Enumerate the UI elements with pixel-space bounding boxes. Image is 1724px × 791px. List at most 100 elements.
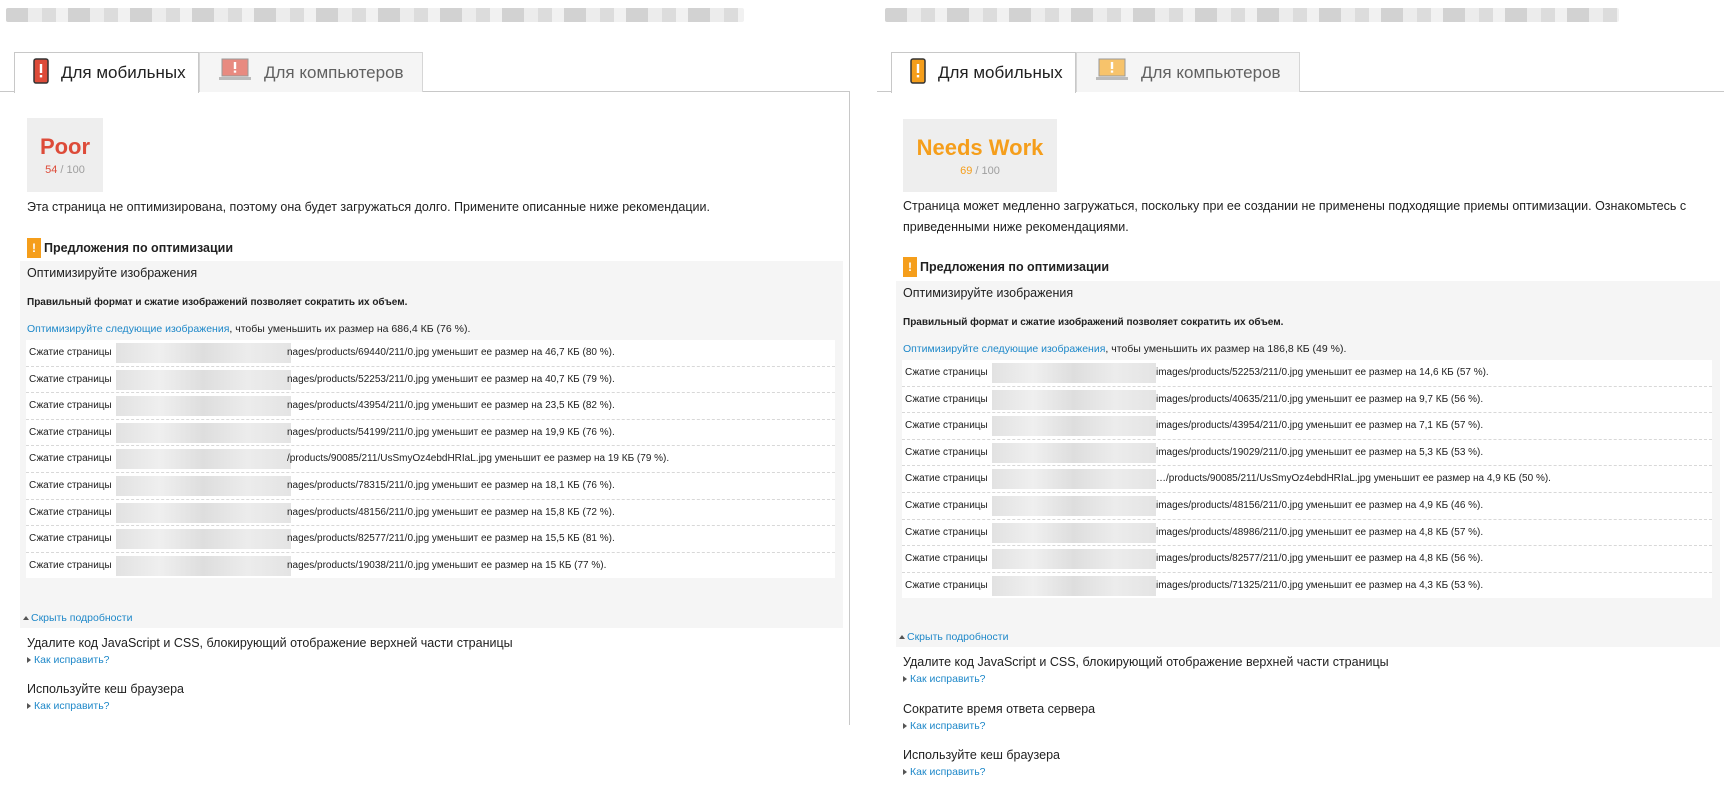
rule-browser-cache: Используйте кеш браузера Как исправить? — [903, 748, 1060, 778]
table-row: Сжатие страницы images/products/43954/211… — [902, 413, 1712, 440]
blurred-url — [116, 369, 291, 390]
how-to-fix-link[interactable]: Как исправить? — [27, 700, 184, 712]
blurred-url — [116, 343, 291, 363]
hide-details-link[interactable]: Скрыть подробности — [899, 631, 1008, 643]
blurred-url — [116, 502, 291, 523]
rule-summary-line: Оптимизируйте следующие изображения, что… — [27, 323, 471, 335]
optimize-images-link[interactable]: Оптимизируйте следующие изображения — [903, 343, 1105, 355]
report-content: Needs Work 69 / 100 Страница может медле… — [877, 92, 1724, 791]
hide-details-link[interactable]: Скрыть подробности — [23, 612, 132, 624]
image-list: Сжатие страницы nages/products/69440/211/… — [26, 340, 835, 578]
blurred-url — [992, 442, 1156, 463]
summary-text: Страница может медленно загружаться, пос… — [903, 199, 1687, 234]
tab-desktop-label: Для компьютеров — [264, 62, 404, 82]
table-row: Сжатие страницы images/products/40635/211… — [902, 387, 1712, 414]
tab-desktop-label: Для компьютеров — [1141, 62, 1281, 82]
blurred-url — [116, 529, 291, 550]
rule-title: Удалите код JavaScript и CSS, блокирующи… — [903, 655, 1389, 669]
collapse-triangle-icon — [899, 635, 905, 640]
blurred-url — [992, 416, 1156, 437]
table-row: Сжатие страницы nages/products/69440/211/… — [26, 340, 835, 367]
score-value: 54 / 100 — [45, 164, 85, 176]
rule-render-blocking: Удалите код JavaScript и CSS, блокирующи… — [27, 636, 513, 666]
blurred-url-bar — [6, 8, 744, 22]
table-row: Сжатие страницы images/products/19029/211… — [902, 440, 1712, 467]
score-box: Poor 54 / 100 — [27, 118, 103, 192]
expand-triangle-icon — [903, 769, 907, 775]
table-row: Сжатие страницы nages/products/48156/211/… — [26, 500, 835, 527]
expand-triangle-icon — [903, 676, 907, 682]
optimization-heading: ! Предложения по оптимизации — [27, 238, 233, 258]
desktop-monitor-icon — [1095, 58, 1129, 87]
mobile-phone-icon — [33, 57, 49, 89]
table-row: Сжатие страницы/products/90085/211/UsSmy… — [26, 446, 835, 473]
rule-title: Используйте кеш браузера — [27, 682, 185, 696]
optimization-heading: ! Предложения по оптимизации — [903, 257, 1109, 277]
blurred-url — [116, 422, 291, 443]
table-row: Сжатие страницы images/products/82577/211… — [902, 546, 1712, 573]
rule-render-blocking: Удалите код JavaScript и CSS, блокирующи… — [903, 655, 1389, 685]
rule-optimize-images: Оптимизируйте изображения Правильный фор… — [896, 281, 1720, 647]
table-row: Сжатие страницы nages/products/52253/211/… — [26, 367, 835, 394]
blurred-url — [992, 469, 1156, 490]
optimize-images-link[interactable]: Оптимизируйте следующие изображения — [27, 323, 229, 335]
collapse-triangle-icon — [23, 616, 29, 621]
table-row: Сжатие страницы nages/products/54199/211/… — [26, 420, 835, 447]
table-row: Сжатие страницы nages/products/78315/211/… — [26, 473, 835, 500]
blurred-url-bar — [885, 8, 1619, 22]
report-content: Poor 54 / 100 Эта страница не оптимизиро… — [0, 92, 850, 725]
blurred-url — [116, 449, 291, 470]
tab-desktop[interactable]: Для компьютеров — [199, 52, 423, 92]
table-row: Сжатие страницы nages/products/82577/211/… — [26, 526, 835, 553]
warning-icon: ! — [27, 238, 41, 258]
rule-title: Сократите время ответа сервера — [903, 702, 1096, 716]
blurred-url — [992, 363, 1156, 383]
table-row: Сжатие страницы …/products/90085/211/UsSm… — [902, 466, 1712, 493]
score-value: 69 / 100 — [960, 164, 1000, 177]
rule-title: Оптимизируйте изображения — [27, 266, 198, 280]
how-to-fix-link[interactable]: Как исправить? — [903, 720, 1095, 732]
rule-server-response: Сократите время ответа сервера Как испра… — [903, 702, 1095, 732]
rule-browser-cache: Используйте кеш браузера Как исправить? — [27, 682, 184, 712]
desktop-monitor-icon — [218, 58, 252, 87]
score-label: Poor — [39, 134, 91, 159]
how-to-fix-link[interactable]: Как исправить? — [903, 673, 1389, 685]
table-row: Сжатие страницы images/products/48986/211… — [902, 520, 1712, 547]
report-panel-right: Для мобильных Для компьютеров Needs Work… — [877, 0, 1724, 791]
rule-summary-line: Оптимизируйте следующие изображения, что… — [903, 343, 1347, 355]
device-tabbar: Для мобильных Для компьютеров — [0, 52, 850, 93]
expand-triangle-icon — [27, 703, 31, 709]
tab-mobile[interactable]: Для мобильных — [891, 52, 1076, 93]
table-row: Сжатие страницы nages/products/19038/211/… — [26, 553, 835, 578]
expand-triangle-icon — [27, 657, 31, 663]
how-to-fix-link[interactable]: Как исправить? — [903, 766, 1060, 778]
rule-optimize-images: Оптимизируйте изображения Правильный фор… — [20, 261, 843, 628]
blurred-url — [116, 396, 291, 417]
mobile-phone-icon — [910, 57, 926, 89]
blurred-url — [992, 389, 1156, 410]
rule-title: Используйте кеш браузера — [903, 748, 1061, 762]
rule-description: Правильный формат и сжатие изображений п… — [27, 297, 408, 308]
expand-triangle-icon — [903, 723, 907, 729]
rule-description: Правильный формат и сжатие изображений п… — [903, 317, 1284, 328]
table-row: Сжатие страницы images/products/52253/211… — [902, 360, 1712, 387]
tab-mobile-label: Для мобильных — [61, 63, 186, 82]
rule-title: Оптимизируйте изображения — [903, 286, 1074, 300]
warning-icon: ! — [903, 257, 917, 277]
score-box: Needs Work 69 / 100 — [903, 119, 1057, 192]
how-to-fix-link[interactable]: Как исправить? — [27, 654, 513, 666]
tab-desktop[interactable]: Для компьютеров — [1076, 52, 1300, 92]
blurred-url — [116, 475, 291, 496]
blurred-url — [992, 575, 1156, 596]
blurred-url — [116, 555, 291, 576]
image-list: Сжатие страницы images/products/52253/211… — [902, 360, 1712, 598]
blurred-url — [992, 549, 1156, 570]
blurred-url — [992, 495, 1156, 516]
table-row: Сжатие страницы nages/products/43954/211/… — [26, 393, 835, 420]
tab-mobile[interactable]: Для мобильных — [14, 52, 199, 93]
score-label: Needs Work — [916, 134, 1044, 160]
report-panel-left: Для мобильных Для компьютеров Poor 54 / … — [0, 0, 850, 791]
tab-mobile-label: Для мобильных — [938, 63, 1063, 82]
table-row: Сжатие страницы images/products/48156/211… — [902, 493, 1712, 520]
summary-text: Эта страница не оптимизирована, поэтому … — [27, 200, 710, 214]
